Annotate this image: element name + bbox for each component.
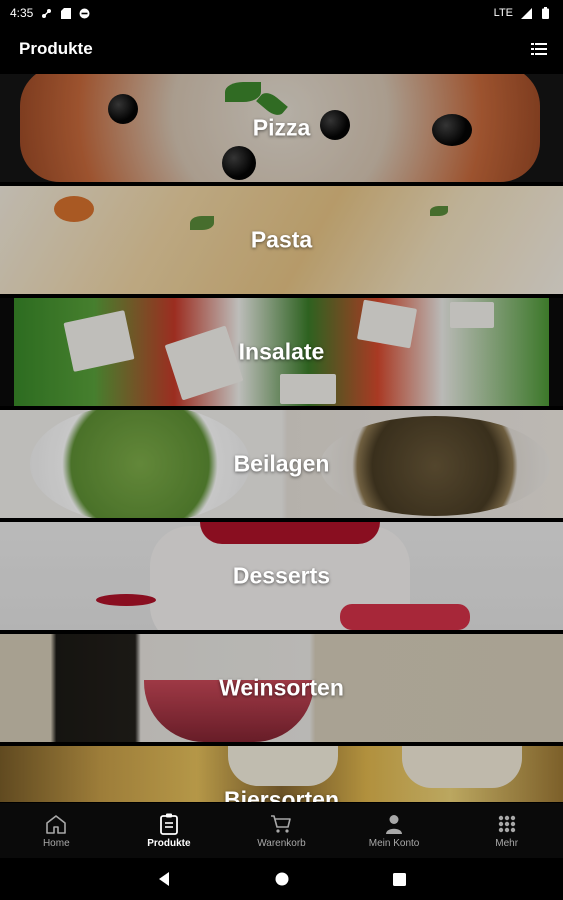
sd-card-icon	[60, 7, 71, 19]
category-card-pizza[interactable]: Pizza	[0, 74, 563, 182]
category-label: Insalate	[238, 338, 325, 365]
status-bar: 4:35 LTE	[0, 0, 563, 26]
category-card-beilagen[interactable]: Beilagen	[0, 410, 563, 518]
nav-label: Warenkorb	[257, 837, 306, 849]
app-bar: Produkte	[0, 26, 563, 72]
category-label: Beilagen	[233, 450, 330, 477]
category-label: Pasta	[250, 226, 313, 253]
status-left: 4:35	[10, 6, 90, 20]
category-card-desserts[interactable]: Desserts	[0, 522, 563, 630]
status-time: 4:35	[10, 6, 34, 20]
category-label: Weinsorten	[219, 674, 344, 701]
nav-warenkorb[interactable]: Warenkorb	[225, 813, 337, 849]
category-label: Pizza	[252, 114, 311, 141]
nav-produkte[interactable]: Produkte	[113, 813, 225, 849]
nav-label: Home	[42, 837, 70, 849]
category-card-biersorten[interactable]: Biersorten	[0, 746, 563, 802]
nav-mehr[interactable]: Mehr	[451, 813, 563, 849]
category-list: Pizza Pasta Insalate Beilagen Desserts W…	[0, 74, 563, 802]
category-card-insalate[interactable]: Insalate	[0, 298, 563, 406]
nav-label: Mein Konto	[368, 837, 420, 849]
category-label: Desserts	[232, 562, 331, 589]
nav-mein-konto[interactable]: Mein Konto	[338, 813, 450, 849]
list-view-icon[interactable]	[529, 39, 549, 59]
network-type: LTE	[493, 7, 513, 19]
nav-label: Produkte	[147, 837, 191, 849]
person-icon	[383, 813, 405, 835]
home-button-icon[interactable]	[271, 868, 293, 890]
grid-icon	[496, 813, 518, 835]
back-icon[interactable]	[153, 868, 175, 890]
battery-icon	[540, 7, 551, 19]
home-icon	[45, 813, 67, 835]
category-card-weinsorten[interactable]: Weinsorten	[0, 634, 563, 742]
menu-card-icon	[158, 813, 180, 835]
category-label: Biersorten	[223, 786, 340, 803]
signal-icon	[521, 7, 532, 19]
bottom-nav: Home Produkte Warenkorb Mein Konto Mehr	[0, 803, 563, 858]
category-card-pasta[interactable]: Pasta	[0, 186, 563, 294]
nav-home[interactable]: Home	[0, 813, 112, 849]
system-nav-bar	[0, 858, 563, 900]
page-title: Produkte	[19, 39, 93, 58]
cart-icon	[270, 813, 292, 835]
recents-icon[interactable]	[389, 868, 411, 890]
do-not-disturb-icon	[79, 8, 90, 19]
status-right: LTE	[494, 7, 551, 19]
sync-icon	[41, 8, 52, 19]
nav-label: Mehr	[495, 837, 519, 849]
